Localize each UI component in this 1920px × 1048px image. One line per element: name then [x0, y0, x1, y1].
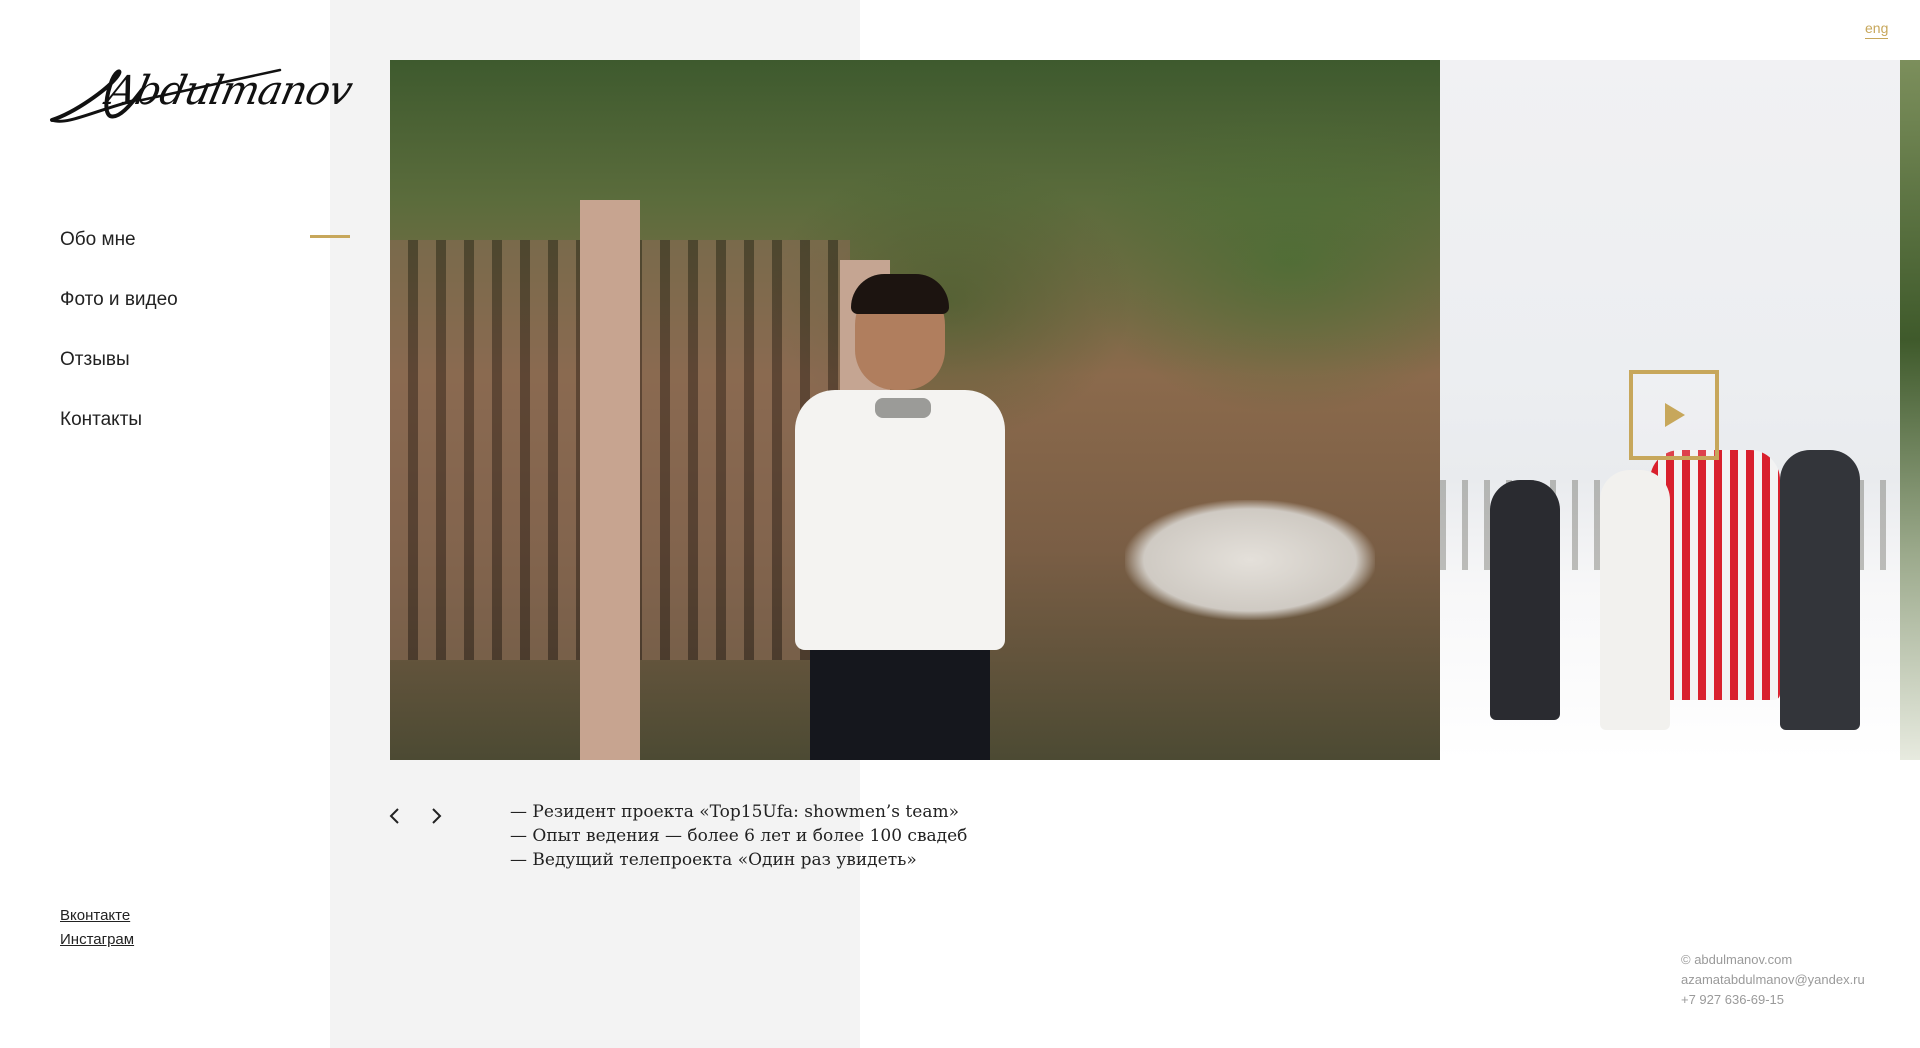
phone: +7 927 636-69-15	[1681, 992, 1785, 1007]
slider-prev-button[interactable]	[385, 806, 405, 826]
email: azamatabdulmanov@yandex.ru	[1681, 972, 1865, 987]
nav-active-indicator	[310, 235, 350, 238]
slider-next-button[interactable]	[426, 806, 446, 826]
caption-line: — Резидент проекта «Top15Ufa: showmen’s …	[510, 802, 959, 822]
nav-item-about[interactable]: Обо мне	[60, 226, 178, 286]
chevron-right-icon	[432, 808, 442, 824]
caption-line: — Ведущий телепроекта «Один раз увидеть»	[510, 850, 917, 870]
nav-item-photo-video[interactable]: Фото и видео	[60, 286, 178, 346]
copyright: © abdulmanov.com	[1681, 952, 1793, 967]
slide-photo-next-peek	[1900, 60, 1920, 760]
language-switch[interactable]: eng	[1865, 20, 1889, 39]
chevron-left-icon	[389, 808, 399, 824]
site-logo[interactable]: Abdulmanov	[46, 60, 356, 130]
slide-caption: — Резидент проекта «Top15Ufa: showmen’s …	[510, 800, 967, 872]
vk-link[interactable]: Вконтакте	[60, 904, 134, 928]
slide-photo-main	[390, 60, 1440, 760]
nav-item-contacts[interactable]: Контакты	[60, 406, 178, 466]
photo-subject	[785, 274, 1015, 760]
logo-text: Abdulmanov	[103, 68, 356, 114]
main-nav: Обо мне Фото и видео Отзывы Контакты	[60, 226, 178, 466]
video-play-button[interactable]	[1629, 370, 1719, 460]
sidebar: Abdulmanov Обо мне Фото и видео Отзывы К…	[0, 0, 356, 1048]
instagram-link[interactable]: Инстаграм	[60, 928, 134, 952]
caption-line: — Опыт ведения — более 6 лет и более 100…	[510, 826, 968, 846]
social-links: Вконтакте Инстаграм	[60, 904, 134, 952]
nav-item-reviews[interactable]: Отзывы	[60, 346, 178, 406]
footer-contacts: © abdulmanov.com azamatabdulmanov@yandex…	[1681, 950, 1865, 1010]
play-icon	[1665, 403, 1685, 427]
page: Abdulmanov Обо мне Фото и видео Отзывы К…	[0, 0, 1920, 1048]
